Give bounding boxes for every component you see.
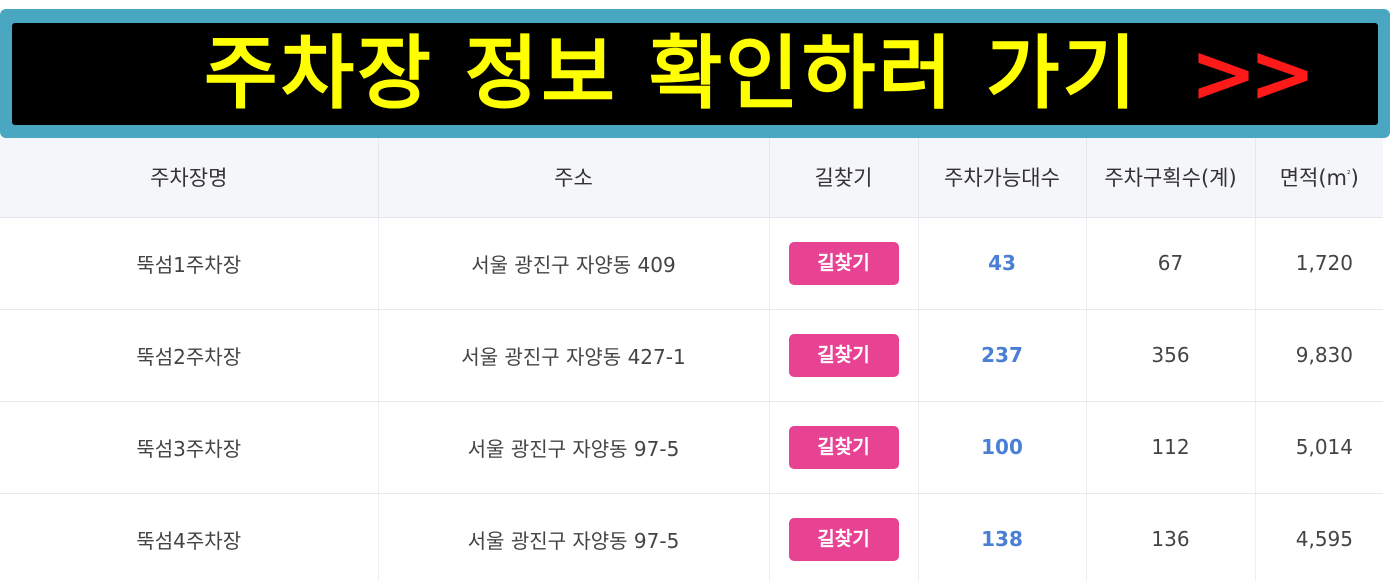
table-row: 뚝섬4주차장 서울 광진구 자양동 97-5 길찾기 138 136 4,595 bbox=[0, 493, 1383, 581]
table-body: 뚝섬1주차장 서울 광진구 자양동 409 길찾기 43 67 1,720 뚝섬… bbox=[0, 217, 1383, 581]
page: 주차장 정보 확인하러 가기 >> 주차장명 주소 길찾기 주차가능대수 주차구… bbox=[0, 0, 1390, 581]
table-row: 뚝섬1주차장 서울 광진구 자양동 409 길찾기 43 67 1,720 bbox=[0, 217, 1383, 310]
directions-button[interactable]: 길찾기 bbox=[788, 241, 899, 285]
header-area-label: 면적(m bbox=[1279, 166, 1347, 191]
available-spaces-value: 138 bbox=[981, 527, 1023, 552]
directions-cell: 길찾기 bbox=[769, 217, 919, 310]
header-row: 주차장명 주소 길찾기 주차가능대수 주차구획수(계) 면적(m²) bbox=[0, 138, 1383, 218]
total-sections-cell: 136 bbox=[1086, 493, 1256, 581]
available-spaces-cell: 138 bbox=[918, 493, 1087, 581]
parking-name-cell: 뚝섬3주차장 bbox=[0, 401, 379, 494]
header-parking-name: 주차장명 bbox=[0, 138, 379, 218]
address-cell: 서울 광진구 자양동 97-5 bbox=[378, 493, 770, 581]
total-sections-cell: 67 bbox=[1086, 217, 1256, 310]
directions-cell: 길찾기 bbox=[769, 493, 919, 581]
directions-cell: 길찾기 bbox=[769, 309, 919, 402]
available-spaces-value: 237 bbox=[981, 343, 1023, 367]
directions-button[interactable]: 길찾기 bbox=[788, 425, 899, 469]
header-directions: 길찾기 bbox=[769, 138, 919, 218]
parking-table: 주차장명 주소 길찾기 주차가능대수 주차구획수(계) 면적(m²) 뚝섬1주차… bbox=[0, 138, 1383, 581]
table-row: 뚝섬2주차장 서울 광진구 자양동 427-1 길찾기 237 356 9,83… bbox=[0, 309, 1383, 402]
parking-table-container: 주차장명 주소 길찾기 주차가능대수 주차구획수(계) 면적(m²) 뚝섬1주차… bbox=[0, 138, 1390, 581]
parking-name-cell: 뚝섬1주차장 bbox=[0, 217, 379, 310]
table-header: 주차장명 주소 길찾기 주차가능대수 주차구획수(계) 면적(m²) bbox=[0, 138, 1383, 218]
total-sections-cell: 356 bbox=[1086, 309, 1256, 402]
header-address: 주소 bbox=[378, 138, 770, 218]
header-total-sections: 주차구획수(계) bbox=[1086, 138, 1256, 218]
directions-cell: 길찾기 bbox=[769, 401, 919, 494]
available-spaces-value: 100 bbox=[981, 435, 1023, 459]
address-cell: 서울 광진구 자양동 97-5 bbox=[378, 401, 770, 494]
directions-button[interactable]: 길찾기 bbox=[788, 333, 899, 377]
parking-name-cell: 뚝섬2주차장 bbox=[0, 309, 379, 402]
parking-info-banner-link[interactable]: 주차장 정보 확인하러 가기 >> bbox=[0, 9, 1390, 138]
header-area: 면적(m²) bbox=[1255, 138, 1383, 218]
directions-button[interactable]: 길찾기 bbox=[788, 517, 899, 561]
available-spaces-cell: 237 bbox=[918, 309, 1087, 402]
available-spaces-cell: 43 bbox=[918, 217, 1087, 310]
address-cell: 서울 광진구 자양동 409 bbox=[378, 217, 770, 310]
table-row: 뚝섬3주차장 서울 광진구 자양동 97-5 길찾기 100 112 5,014 bbox=[0, 401, 1383, 494]
parking-name-cell: 뚝섬4주차장 bbox=[0, 493, 379, 581]
banner-arrows-icon: >> bbox=[1190, 27, 1316, 120]
area-cell: 5,014 bbox=[1255, 401, 1383, 494]
header-area-close: ) bbox=[1350, 166, 1359, 191]
available-spaces-cell: 100 bbox=[918, 401, 1087, 494]
area-cell: 1,720 bbox=[1255, 217, 1383, 310]
area-cell: 4,595 bbox=[1295, 527, 1353, 552]
header-available-spaces: 주차가능대수 bbox=[918, 138, 1087, 218]
total-sections-cell: 112 bbox=[1086, 401, 1256, 494]
available-spaces-value: 43 bbox=[988, 251, 1016, 275]
address-cell: 서울 광진구 자양동 427-1 bbox=[378, 309, 770, 402]
banner-inner: 주차장 정보 확인하러 가기 >> bbox=[12, 23, 1378, 125]
area-cell: 9,830 bbox=[1255, 309, 1383, 402]
banner-title: 주차장 정보 확인하러 가기 bbox=[204, 27, 1140, 120]
